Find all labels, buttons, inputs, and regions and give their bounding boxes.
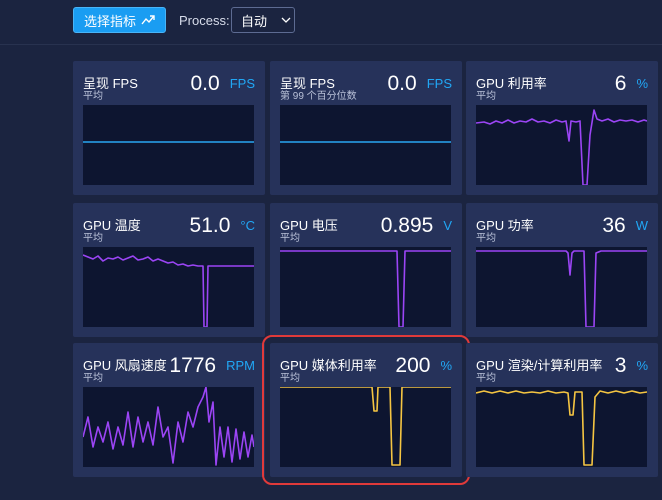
trend-chart-icon: [141, 15, 155, 25]
card-gpu-utilization[interactable]: GPU 利用率 平均% 6: [466, 61, 658, 195]
card-value: 51.0: [189, 214, 231, 237]
card-subtitle: 平均: [476, 373, 496, 384]
chevron-down-icon: [281, 17, 291, 23]
card-subtitle: 平均: [476, 233, 496, 244]
card-present-fps-p99[interactable]: 呈现 FPS 第 99 个百分位数 FPS 0.0: [270, 61, 462, 195]
sparkline-chart: [476, 109, 647, 185]
card-gpu-fan-speed[interactable]: GPU 风扇速度 平均 RPM 1776: [73, 343, 265, 477]
card-gpu-voltage[interactable]: GPU 电压 平均 V 0.895: [270, 203, 462, 337]
sparkline-line: [476, 250, 647, 327]
sparkline-plot: [83, 105, 254, 185]
sparkline-line: [83, 254, 254, 327]
sparkline-plot: [280, 105, 451, 185]
card-gpu-render-compute-utilization[interactable]: GPU 渲染/计算利用率 平均% 3: [466, 343, 658, 477]
card-unit: %: [636, 76, 648, 91]
card-unit: %: [636, 358, 648, 373]
sparkline-plot: [280, 247, 451, 327]
card-subtitle: 平均: [280, 233, 300, 244]
process-dropdown[interactable]: 自动: [231, 7, 295, 33]
card-value: 0.0: [190, 72, 220, 95]
card-subtitle: 平均: [83, 91, 103, 102]
card-unit: RPM: [226, 358, 255, 373]
card-gpu-temperature[interactable]: GPU 温度 平均 °C 51.0: [73, 203, 265, 337]
card-subtitle: 平均: [280, 373, 300, 384]
sparkline-plot: [476, 387, 647, 467]
card-value: 200: [395, 354, 431, 377]
card-value: 3: [614, 354, 627, 377]
sparkline-chart: [280, 387, 451, 466]
card-value: 1776: [169, 354, 217, 377]
card-value: 0.0: [387, 72, 417, 95]
card-unit: V: [443, 218, 452, 233]
select-metrics-label: 选择指标: [83, 13, 136, 29]
card-unit: %: [440, 358, 452, 373]
sparkline-chart: [476, 250, 647, 327]
sparkline-line: [280, 250, 451, 327]
sparkline-plot: [83, 247, 254, 327]
sparkline-chart: [476, 390, 647, 466]
card-subtitle: 平均: [476, 91, 496, 102]
card-value: 0.895: [380, 214, 434, 237]
card-gpu-power[interactable]: GPU 功率 平均 W 36: [466, 203, 658, 337]
sparkline-plot: [476, 105, 647, 185]
sparkline-chart: [280, 141, 451, 143]
card-unit: FPS: [426, 76, 452, 91]
card-value: 6: [614, 72, 627, 95]
sparkline-plot: [476, 247, 647, 327]
card-gpu-media-utilization[interactable]: GPU 媒体利用率 平均% 200: [262, 335, 470, 485]
sparkline-line: [83, 387, 254, 466]
card-unit: FPS: [229, 76, 255, 91]
card-value: 36: [602, 214, 626, 237]
card-subtitle: 第 99 个百分位数: [280, 91, 357, 102]
sparkline-chart: [83, 141, 254, 143]
card-unit: °C: [240, 218, 255, 233]
toolbar-divider: [0, 44, 662, 45]
sparkline-chart: [83, 254, 254, 327]
process-label: Process:: [179, 13, 230, 28]
sparkline-chart: [83, 387, 254, 466]
sparkline-plot: [280, 387, 451, 467]
card-subtitle: 平均: [83, 233, 103, 244]
card-subtitle: 平均: [83, 373, 103, 384]
card-present-fps-avg[interactable]: 呈现 FPS 平均 FPS 0.0: [73, 61, 265, 195]
sparkline-chart: [280, 250, 451, 327]
sparkline-line: [476, 390, 647, 466]
sparkline-line: [476, 109, 647, 185]
card-unit: W: [635, 218, 648, 233]
sparkline-line: [280, 387, 451, 466]
sparkline-plot: [83, 387, 254, 467]
process-dropdown-value: 自动: [241, 13, 268, 29]
select-metrics-button[interactable]: 选择指标: [73, 7, 166, 33]
